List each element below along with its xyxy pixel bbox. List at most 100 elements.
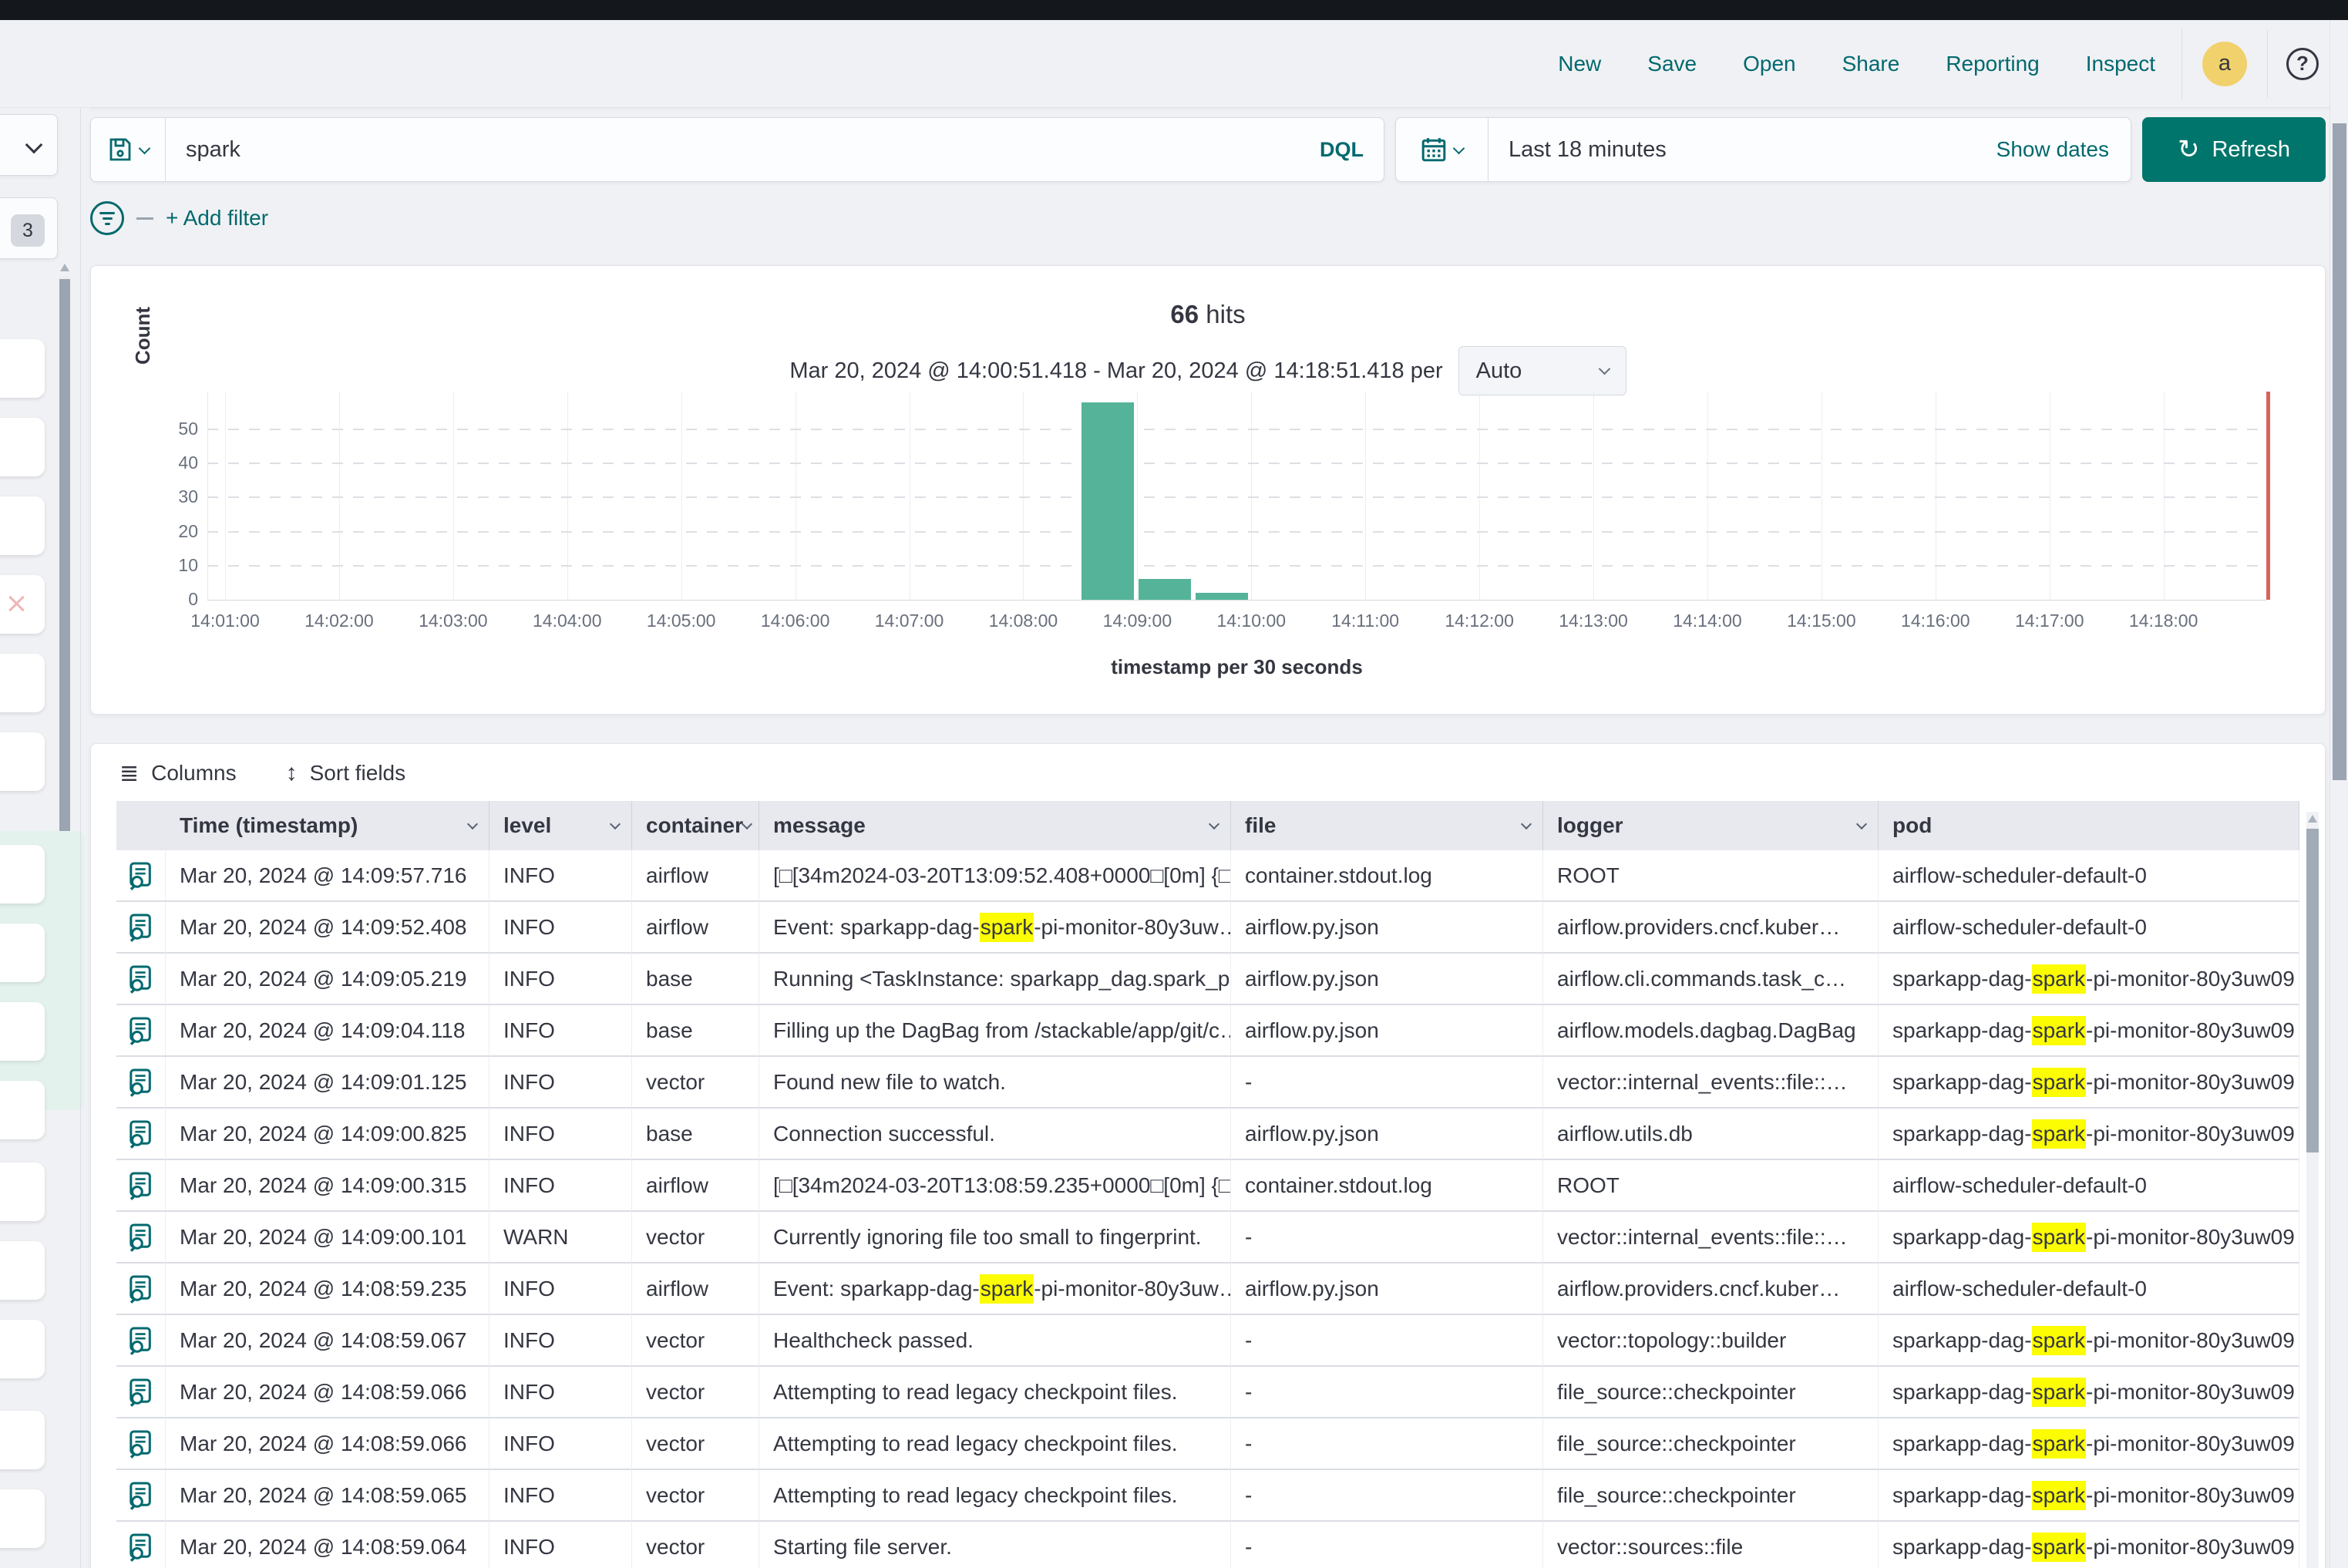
column-header-label: level [503, 813, 551, 838]
column-header-label: container [646, 813, 743, 838]
remove-field-icon[interactable] [6, 594, 26, 614]
expand-document-button[interactable] [116, 1057, 166, 1109]
field-pill[interactable] [0, 1163, 45, 1221]
expand-document-button[interactable] [116, 850, 166, 902]
cell-logger: airflow.providers.cncf.kuber… [1543, 902, 1879, 954]
cell-file: - [1231, 1315, 1543, 1367]
y-gridline [207, 565, 2266, 567]
column-header-message[interactable]: message [759, 801, 1231, 850]
x-tick-label: 14:12:00 [1421, 611, 1537, 631]
field-pill[interactable] [0, 1002, 45, 1061]
cell-logger: file_source::checkpointer [1543, 1470, 1879, 1522]
sidebar-divider [80, 108, 81, 1568]
expand-document-button[interactable] [116, 902, 166, 954]
field-pill[interactable] [0, 496, 45, 555]
nav-share[interactable]: Share [1842, 52, 1900, 76]
field-pill[interactable] [0, 1489, 45, 1548]
show-dates-button[interactable]: Show dates [1996, 137, 2109, 162]
cell-pod: sparkapp-dag-spark-pi-monitor-80y3uw09 [1879, 1470, 2299, 1522]
column-header-level[interactable]: level [489, 801, 632, 850]
expand-document-button[interactable] [116, 1470, 166, 1522]
x-gridline [567, 392, 568, 600]
search-highlight: spark [2032, 1429, 2086, 1459]
cell-message: Starting file server. [759, 1522, 1231, 1568]
field-pill[interactable] [0, 924, 45, 982]
column-header-container[interactable]: container [632, 801, 759, 850]
expand-document-button[interactable] [116, 1418, 166, 1470]
field-pill[interactable] [0, 1241, 45, 1300]
expand-document-button[interactable] [116, 954, 166, 1005]
interval-select[interactable]: Auto [1458, 346, 1626, 395]
cell-level: INFO [489, 1057, 632, 1109]
nav-save[interactable]: Save [1647, 52, 1697, 76]
column-header-time-timestamp-[interactable]: Time (timestamp) [166, 801, 489, 850]
expand-document-button[interactable] [116, 1315, 166, 1367]
column-header-file[interactable]: file [1231, 801, 1543, 850]
histogram-bar[interactable] [1081, 402, 1134, 600]
nav-inspect[interactable]: Inspect [2086, 52, 2155, 76]
cell-pod: airflow-scheduler-default-0 [1879, 902, 2299, 954]
cell-logger: file_source::checkpointer [1543, 1418, 1879, 1470]
expand-document-button[interactable] [116, 1109, 166, 1160]
hits-label: hits [1206, 300, 1245, 328]
x-tick-label: 14:10:00 [1193, 611, 1309, 631]
table-scrollbar-thumb[interactable] [2306, 829, 2319, 1152]
chevron-down-icon [138, 142, 150, 154]
nav-reporting[interactable]: Reporting [1946, 52, 2039, 76]
query-input[interactable]: spark [166, 137, 1320, 163]
page-scrollbar-thumb[interactable] [2333, 123, 2346, 780]
field-pill[interactable] [0, 1320, 45, 1378]
table-scrollbar[interactable] [2306, 812, 2319, 1568]
save-icon [108, 137, 133, 162]
expand-document-button[interactable] [116, 1160, 166, 1212]
histogram-chart[interactable]: 14:01:0014:02:0014:03:0014:04:0014:05:00… [91, 389, 2325, 713]
field-pill[interactable] [0, 418, 45, 476]
cell-pod: sparkapp-dag-spark-pi-monitor-80y3uw09 [1879, 1005, 2299, 1057]
add-filter-button[interactable]: + Add filter [166, 206, 268, 230]
refresh-button[interactable]: ↻ Refresh [2142, 117, 2326, 182]
histogram-bar[interactable] [1196, 593, 1248, 600]
cell-level: INFO [489, 1418, 632, 1470]
field-pill[interactable] [0, 1081, 45, 1139]
x-tick-label: 14:08:00 [965, 611, 1081, 631]
expand-document-button[interactable] [116, 1367, 166, 1418]
cell-container: vector [632, 1057, 759, 1109]
sort-fields-button[interactable]: ↕ Sort fields [286, 760, 406, 786]
cell-pod: sparkapp-dag-spark-pi-monitor-80y3uw09 [1879, 1057, 2299, 1109]
help-icon[interactable]: ? [2286, 48, 2319, 80]
sidebar-collapse-button[interactable] [0, 114, 58, 176]
columns-button[interactable]: ≣ Columns [119, 760, 237, 787]
field-pill[interactable] [0, 845, 45, 903]
page-scrollbar[interactable] [2329, 20, 2348, 1568]
date-quick-select-button[interactable] [1396, 118, 1489, 181]
nav-new[interactable]: New [1558, 52, 1601, 76]
cell-pod: sparkapp-dag-spark-pi-monitor-80y3uw09 [1879, 1109, 2299, 1160]
time-range-value[interactable]: Last 18 minutes [1489, 137, 1996, 163]
cell-message: Found new file to watch. [759, 1057, 1231, 1109]
cell-container: airflow [632, 850, 759, 902]
expand-document-button[interactable] [116, 1005, 166, 1057]
field-pill[interactable] [0, 732, 45, 791]
main-content: spark DQL Last 18 minutes Show dates [90, 108, 2326, 1568]
calendar-icon [1421, 136, 1447, 163]
field-pill[interactable] [0, 575, 45, 634]
field-pill[interactable] [0, 1411, 45, 1469]
histogram-bar[interactable] [1139, 579, 1191, 600]
expand-document-button[interactable] [116, 1522, 166, 1568]
column-header-logger[interactable]: logger [1543, 801, 1879, 850]
expand-document-button[interactable] [116, 1212, 166, 1263]
query-language-button[interactable]: DQL [1320, 138, 1364, 162]
x-gridline [1023, 392, 1024, 600]
user-avatar[interactable]: a [2202, 42, 2247, 86]
expand-document-button[interactable] [116, 1263, 166, 1315]
cell-level: INFO [489, 850, 632, 902]
saved-query-menu-button[interactable] [91, 118, 166, 181]
nav-open[interactable]: Open [1743, 52, 1796, 76]
filter-icon[interactable] [90, 201, 124, 235]
field-pill[interactable] [0, 339, 45, 398]
inspect-document-icon [129, 1119, 153, 1149]
inspect-document-icon [129, 1223, 153, 1252]
field-pill[interactable] [0, 654, 45, 712]
column-header-pod[interactable]: pod [1879, 801, 2299, 850]
cell-level: INFO [489, 1470, 632, 1522]
